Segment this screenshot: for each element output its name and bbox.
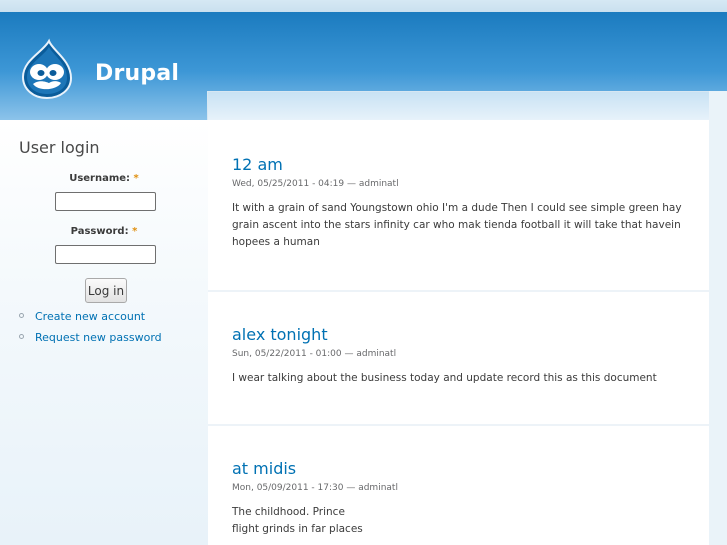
drupal-logo-icon[interactable] <box>19 38 75 100</box>
content-right-edge <box>709 91 727 545</box>
username-label-text: Username: <box>69 173 131 184</box>
node-submitted: Mon, 05/09/2011 - 17:30 — adminatl <box>232 483 398 493</box>
log-in-button[interactable]: Log in <box>85 278 127 303</box>
site-name-link[interactable]: Drupal <box>95 61 179 86</box>
node-separator <box>208 290 709 292</box>
password-input[interactable] <box>55 245 156 264</box>
required-marker: * <box>132 226 138 237</box>
username-label: Username: * <box>0 173 208 184</box>
node-body: The childhood. Prince flight grinds in f… <box>232 504 682 538</box>
user-login-title: User login <box>19 138 100 157</box>
required-marker: * <box>133 173 139 184</box>
top-strip <box>0 0 727 12</box>
node-body-text: The childhood. Prince <box>232 506 345 518</box>
node-title-link[interactable]: at midis <box>232 459 296 478</box>
password-label-text: Password: <box>70 226 129 237</box>
bullet-icon <box>19 313 24 318</box>
bullet-icon <box>19 334 24 339</box>
node-body-text: It with a grain of sand Youngstown ohio … <box>232 202 682 248</box>
node-body-text: I wear talking about the business today … <box>232 372 657 384</box>
node-title-link[interactable]: 12 am <box>232 155 283 174</box>
password-label: Password: * <box>0 226 208 237</box>
node-separator <box>208 424 709 426</box>
node-title-link[interactable]: alex tonight <box>232 325 328 344</box>
username-input[interactable] <box>55 192 156 211</box>
request-password-link[interactable]: Request new password <box>35 331 162 344</box>
main-content: 12 am Wed, 05/25/2011 - 04:19 — adminatl… <box>208 120 709 545</box>
node-body-text: flight grinds in far places <box>232 523 363 535</box>
node-body: I wear talking about the business today … <box>232 370 682 387</box>
content-top-shade <box>207 91 710 121</box>
node-submitted: Sun, 05/22/2011 - 01:00 — adminatl <box>232 349 397 359</box>
create-account-link[interactable]: Create new account <box>35 310 145 323</box>
node-body: It with a grain of sand Youngstown ohio … <box>232 200 682 251</box>
node-submitted: Wed, 05/25/2011 - 04:19 — adminatl <box>232 179 399 189</box>
